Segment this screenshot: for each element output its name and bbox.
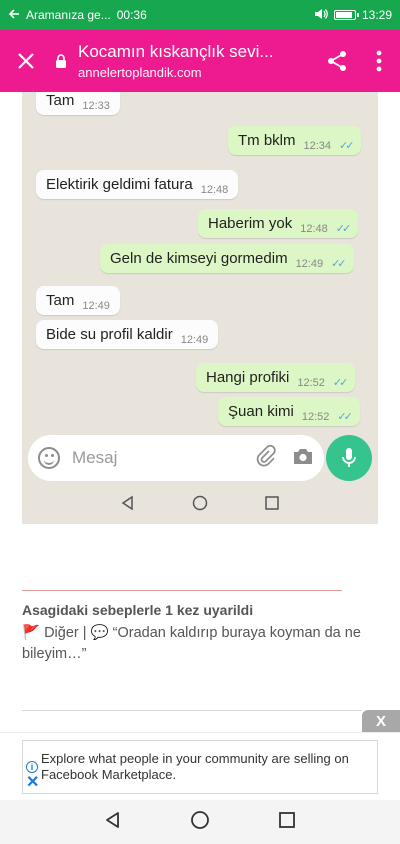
double-check-icon: ✓✓ (331, 258, 347, 270)
ad-box[interactable]: i ✕ Explore what people in your communit… (22, 740, 378, 794)
message-text: Hangi profiki (206, 369, 290, 386)
message-text: Elektirik geldimi fatura (46, 176, 193, 193)
chat-message: Tm bklm 12:34 ✓✓ (228, 126, 362, 155)
screenshot-nav-bar (22, 487, 378, 524)
message-time: 12:48 (200, 184, 229, 196)
message-text: Şuan kimi (228, 403, 294, 420)
back-icon (120, 495, 136, 516)
chat-message: Tam 12:33 (36, 92, 120, 115)
emoji-icon (38, 447, 60, 469)
message-placeholder: Mesaj (72, 448, 118, 467)
message-text: Tam (46, 92, 75, 109)
message-time: 12:48 (300, 223, 328, 235)
microphone-icon (326, 435, 372, 481)
recents-icon[interactable] (277, 810, 297, 835)
ad-info-icon[interactable]: i (26, 761, 38, 773)
double-check-icon: ✓✓ (339, 140, 355, 152)
back-icon[interactable] (103, 810, 123, 835)
chat-message: Hangi profiki 12:52 ✓✓ (196, 363, 356, 392)
system-nav-bar (0, 800, 400, 844)
volume-icon (314, 8, 328, 23)
message-time: 12:52 (297, 377, 325, 389)
notification-time: 00:36 (116, 8, 147, 22)
message-text: Bide su profil kaldir (46, 326, 173, 343)
chat-message: Şuan kimi 12:52 ✓✓ (218, 397, 360, 426)
message-time: 12:34 (303, 140, 332, 152)
message-time: 12:49 (180, 334, 209, 346)
chat-message: Geln de kimseyi gormedim 12:49 ✓✓ (100, 244, 354, 273)
close-icon[interactable] (0, 30, 52, 92)
notification-text: Aramanıza ge... (26, 8, 111, 22)
recents-icon (264, 495, 280, 516)
attach-icon (256, 444, 276, 472)
lock-icon (52, 30, 70, 92)
ad-dismiss-icon[interactable]: ✕ (26, 775, 39, 791)
double-check-icon: ✓✓ (332, 377, 349, 389)
ad-close-button[interactable]: X (362, 710, 400, 732)
double-check-icon: ✓✓ (335, 223, 352, 235)
home-icon (192, 495, 208, 516)
warning-title: Asagidaki sebeplerle 1 kez uyarildi (22, 602, 254, 618)
page-title: Kocamın kıskançlık sevi... (78, 42, 274, 61)
message-text: Haberim yok (208, 215, 293, 232)
double-check-icon: ✓✓ (337, 411, 353, 423)
page-info[interactable]: Kocamın kıskançlık sevi... annelertoplan… (70, 42, 316, 80)
message-time: 12:49 (82, 300, 110, 312)
chat-screenshot-image: Tam 12:33 Tm bklm 12:34 ✓✓ Elektirik gel… (22, 92, 378, 524)
browser-toolbar: Kocamın kıskançlık sevi... annelertoplan… (0, 30, 400, 92)
divider (22, 590, 342, 591)
warning-body: 🚩 Diğer | 💬 “Oradan kaldırıp buraya koym… (22, 625, 361, 662)
battery-icon (333, 10, 359, 20)
camera-icon (292, 447, 314, 470)
message-composer: Mesaj (28, 435, 324, 481)
home-icon[interactable] (190, 810, 210, 835)
message-text: Tam (46, 292, 75, 309)
more-options-icon[interactable] (358, 30, 400, 92)
message-time: 12:52 (301, 411, 330, 423)
chat-message: Tam 12:49 (36, 286, 120, 315)
status-bar-left: Aramanıza ge... 00:36 (8, 8, 147, 23)
message-text: Tm bklm (238, 132, 296, 149)
message-text: Geln de kimseyi gormedim (110, 250, 288, 267)
chat-message: Bide su profil kaldir 12:49 (36, 320, 219, 349)
ad-text: Explore what people in your community ar… (41, 751, 349, 782)
chat-message: Elektirik geldimi fatura 12:48 (36, 170, 239, 199)
back-arrow-icon (8, 8, 20, 23)
web-page-content: Tam 12:33 Tm bklm 12:34 ✓✓ Elektirik gel… (0, 92, 400, 732)
page-url: annelertoplandik.com (78, 65, 202, 80)
status-bar-right: 13:29 (314, 8, 392, 23)
message-time: 12:49 (295, 258, 324, 270)
share-icon[interactable] (316, 30, 358, 92)
clock: 13:29 (361, 8, 392, 22)
status-bar: Aramanıza ge... 00:36 13:29 (0, 0, 400, 30)
message-time: 12:33 (82, 100, 110, 112)
divider (22, 710, 362, 711)
chat-message: Haberim yok 12:48 ✓✓ (198, 209, 359, 238)
ad-banner[interactable]: i ✕ Explore what people in your communit… (0, 732, 400, 800)
